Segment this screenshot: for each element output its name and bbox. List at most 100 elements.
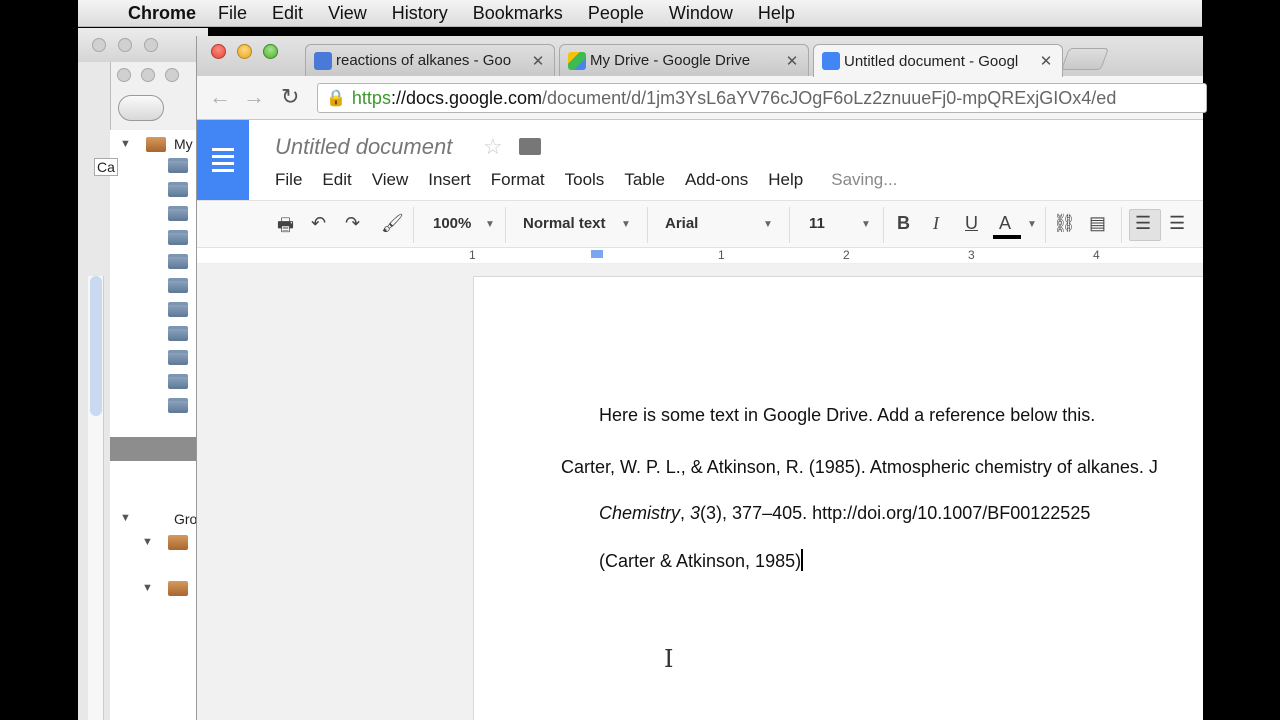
toolbar-divider: [505, 207, 506, 243]
inner-zoom-button[interactable]: [165, 68, 179, 82]
caret-down-icon: ▼: [763, 219, 773, 230]
folder-icon: [168, 158, 188, 173]
menu-table[interactable]: Table: [624, 170, 665, 190]
comment-icon[interactable]: ▤: [1089, 213, 1106, 234]
toolbar-divider: [1121, 207, 1122, 243]
caret-down-icon: ▼: [621, 219, 631, 230]
menubar-history[interactable]: History: [392, 3, 448, 24]
toolbar-divider: [1045, 207, 1046, 243]
print-icon[interactable]: 🖶: [277, 213, 294, 243]
tab-reactions-of-alkanes[interactable]: reactions of alkanes - Goo ✕: [305, 44, 555, 76]
menubar-edit[interactable]: Edit: [272, 3, 303, 24]
style-select[interactable]: Normal text: [523, 215, 606, 232]
new-tab-button[interactable]: [1060, 48, 1110, 70]
menubar-view[interactable]: View: [328, 3, 367, 24]
url-path: /document/d/1jm3YsL6aYV76cJOgF6oLz2znuue…: [542, 87, 1117, 108]
zoom-select[interactable]: 100%: [433, 215, 471, 232]
zoom-window-button[interactable]: [263, 44, 278, 59]
menubar-help[interactable]: Help: [758, 3, 795, 24]
menu-format[interactable]: Format: [491, 170, 545, 190]
in-text-citation: (Carter & Atkinson, 1985): [599, 551, 802, 571]
inner-minimize-button[interactable]: [141, 68, 155, 82]
bg-minimize-button[interactable]: [118, 38, 132, 52]
undo-icon[interactable]: ↶: [311, 213, 326, 234]
close-tab-icon[interactable]: ✕: [784, 52, 800, 70]
tab-title: My Drive - Google Drive: [590, 52, 751, 69]
move-to-folder-icon[interactable]: [519, 138, 541, 155]
close-window-button[interactable]: [211, 44, 226, 59]
menubar-bookmarks[interactable]: Bookmarks: [473, 3, 563, 24]
menu-edit[interactable]: Edit: [322, 170, 351, 190]
disclosure-triangle-icon[interactable]: ▼: [142, 536, 153, 548]
bold-icon[interactable]: B: [897, 213, 910, 234]
align-left-icon[interactable]: ☰: [1135, 213, 1151, 234]
menubar-window[interactable]: Window: [669, 3, 733, 24]
tab-title: reactions of alkanes - Goo: [336, 52, 512, 69]
menubar-app-name[interactable]: Chrome: [128, 3, 196, 24]
url-host: ://docs.google.com: [390, 87, 543, 108]
disclosure-triangle-icon[interactable]: ▼: [142, 582, 153, 594]
caret-down-icon: ▼: [485, 219, 495, 230]
google-docs-favicon-icon: [822, 52, 840, 70]
document-page[interactable]: Here is some text in Google Drive. Add a…: [473, 276, 1203, 720]
align-center-icon[interactable]: ☰: [1169, 213, 1185, 234]
folder-icon: [146, 137, 166, 152]
folder-icon: [168, 398, 188, 413]
menubar-people[interactable]: People: [588, 3, 644, 24]
bg-label-groups: Gro: [174, 511, 198, 527]
menu-view[interactable]: View: [372, 170, 409, 190]
menu-tools[interactable]: Tools: [565, 170, 605, 190]
reference-line-1: Carter, W. P. L., & Atkinson, R. (1985).…: [561, 457, 1158, 477]
address-bar[interactable]: 🔒 https ://docs.google.com /document/d/1…: [317, 83, 1207, 113]
reload-icon[interactable]: ↻: [281, 84, 299, 110]
folder-icon: [168, 581, 188, 596]
minimize-window-button[interactable]: [237, 44, 252, 59]
menu-help[interactable]: Help: [768, 170, 803, 190]
url-scheme: https: [351, 87, 391, 108]
paint-format-icon[interactable]: 🖌: [381, 213, 404, 234]
folder-icon: [168, 278, 188, 293]
disclosure-triangle-icon[interactable]: ▼: [120, 138, 131, 150]
folder-icon: [168, 254, 188, 269]
bg-folder-button[interactable]: [118, 95, 164, 121]
caret-down-icon: ▼: [861, 219, 871, 230]
inner-close-button[interactable]: [117, 68, 131, 82]
disclosure-triangle-icon[interactable]: ▼: [120, 512, 131, 524]
forward-arrow-icon[interactable]: →: [243, 84, 265, 110]
toolbar-divider: [647, 207, 648, 243]
menu-insert[interactable]: Insert: [428, 170, 471, 190]
menu-file[interactable]: File: [275, 170, 302, 190]
font-select[interactable]: Arial: [665, 215, 698, 232]
docs-menu-bar: File Edit View Insert Format Tools Table…: [275, 170, 917, 190]
reference-separator: ,: [680, 503, 691, 523]
tab-my-drive[interactable]: My Drive - Google Drive ✕: [559, 44, 809, 76]
document-title[interactable]: Untitled document: [275, 134, 452, 160]
tab-untitled-document[interactable]: Untitled document - Googl ✕: [813, 44, 1063, 77]
star-icon[interactable]: ☆: [483, 134, 503, 160]
font-size-select[interactable]: 11: [809, 215, 825, 232]
menubar-file[interactable]: File: [218, 3, 247, 24]
docs-home-icon[interactable]: [197, 120, 249, 200]
bg-close-button[interactable]: [92, 38, 106, 52]
back-arrow-icon[interactable]: ←: [209, 84, 231, 110]
bg-selected-row[interactable]: [110, 437, 200, 461]
indent-marker[interactable]: [591, 250, 603, 258]
close-tab-icon[interactable]: ✕: [530, 52, 546, 70]
folder-icon: [168, 182, 188, 197]
underline-icon[interactable]: U: [965, 213, 978, 234]
volume-number: 3: [690, 503, 701, 523]
screen-right-border: [1202, 0, 1280, 720]
docs-header: Untitled document ☆ File Edit View Inser…: [197, 120, 1203, 200]
reference-rest: (3), 377–405. http://doi.org/10.1007/BF0…: [700, 503, 1091, 523]
bg-search-field[interactable]: Ca: [94, 158, 118, 176]
italic-icon[interactable]: I: [933, 213, 939, 234]
bg-sidebar: ▼ My ▼ Gro ▼ ▼: [110, 130, 200, 720]
close-tab-icon[interactable]: ✕: [1038, 52, 1054, 70]
redo-icon[interactable]: ↷: [345, 213, 360, 234]
ruler-number: 4: [1093, 248, 1100, 262]
folder-icon: [168, 206, 188, 221]
text-color-icon[interactable]: A: [999, 213, 1011, 234]
menu-addons[interactable]: Add-ons: [685, 170, 748, 190]
link-icon[interactable]: ⛓: [1053, 213, 1076, 234]
bg-zoom-button[interactable]: [144, 38, 158, 52]
